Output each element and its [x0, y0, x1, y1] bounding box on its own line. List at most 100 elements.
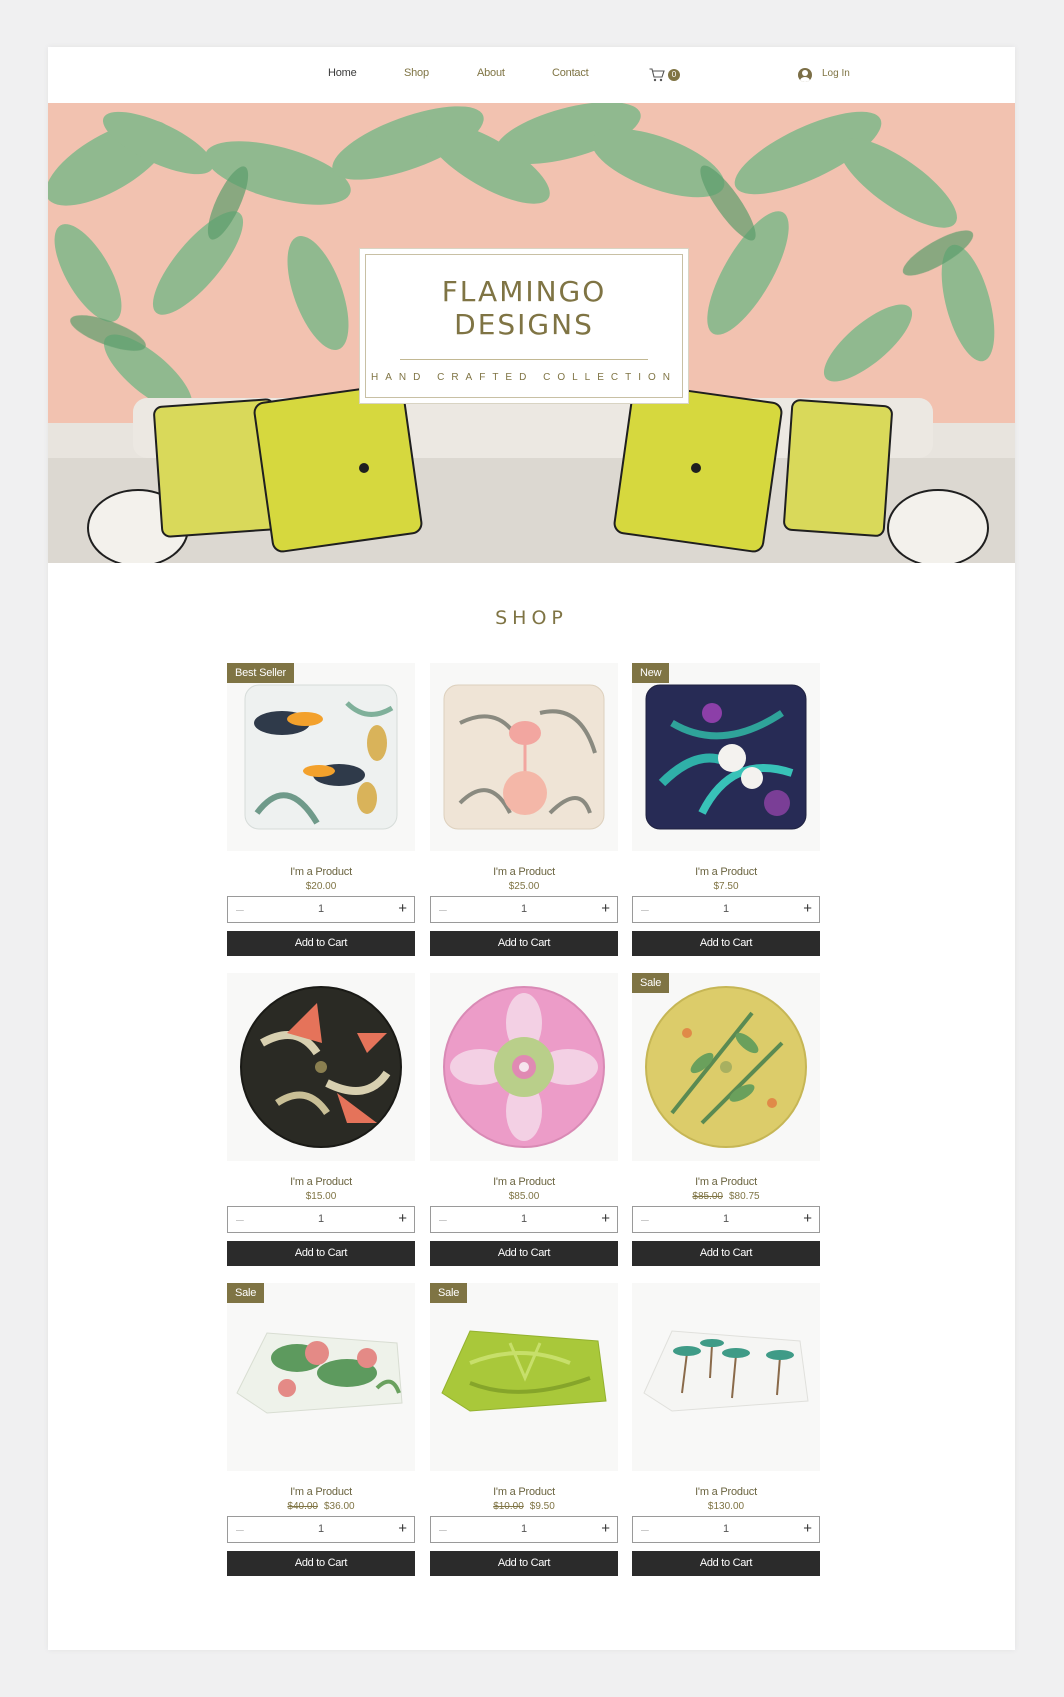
- quantity-stepper[interactable]: – 1 +: [430, 1516, 618, 1543]
- quantity-stepper[interactable]: – 1 +: [430, 896, 618, 923]
- quantity-value[interactable]: 1: [431, 1213, 617, 1225]
- nav-contact[interactable]: Contact: [552, 67, 589, 79]
- plus-icon[interactable]: +: [803, 900, 812, 917]
- quantity-stepper[interactable]: – 1 +: [227, 896, 415, 923]
- quantity-value[interactable]: 1: [633, 1523, 819, 1535]
- cart-count-badge: 0: [668, 69, 680, 81]
- brand-title-line2: DESIGNS: [454, 308, 594, 341]
- product-card-2: I'm a Product $25.00 – 1 + Add to Cart: [430, 663, 618, 963]
- square-cushion-toucan-pineapple-image: [244, 684, 398, 830]
- product-name[interactable]: I'm a Product: [632, 1486, 820, 1498]
- product-current-price: $20.00: [305, 881, 337, 892]
- plus-icon[interactable]: +: [398, 1210, 407, 1227]
- product-card-3: New I'm a Product $7.50 – 1 + Add to Car…: [632, 663, 820, 963]
- cart-button[interactable]: 0: [649, 65, 683, 85]
- add-to-cart-button[interactable]: Add to Cart: [632, 931, 820, 956]
- plus-icon[interactable]: +: [601, 1210, 610, 1227]
- quantity-stepper[interactable]: – 1 +: [632, 896, 820, 923]
- square-cushion-flamingo-palm-image: [443, 684, 605, 830]
- plus-icon[interactable]: +: [398, 900, 407, 917]
- product-old-price: $85.00: [692, 1191, 723, 1202]
- product-name[interactable]: I'm a Product: [430, 866, 618, 878]
- plus-icon[interactable]: +: [803, 1210, 812, 1227]
- add-to-cart-button[interactable]: Add to Cart: [632, 1551, 820, 1576]
- product-price: $20.00: [227, 881, 415, 892]
- add-to-cart-button[interactable]: Add to Cart: [227, 1551, 415, 1576]
- product-card-5: I'm a Product $85.00 – 1 + Add to Cart: [430, 973, 618, 1273]
- quantity-value[interactable]: 1: [633, 1213, 819, 1225]
- product-card-7: Sale I'm a Product $40.00 $36.00 – 1 + Ad…: [227, 1283, 415, 1583]
- quantity-stepper[interactable]: – 1 +: [632, 1206, 820, 1233]
- add-to-cart-button[interactable]: Add to Cart: [430, 1551, 618, 1576]
- plus-icon[interactable]: +: [601, 900, 610, 917]
- product-name[interactable]: I'm a Product: [632, 1176, 820, 1188]
- nav-shop[interactable]: Shop: [404, 67, 429, 79]
- quantity-value[interactable]: 1: [431, 903, 617, 915]
- quantity-value[interactable]: 1: [228, 903, 414, 915]
- page: Home Shop About Contact 0 Log In FLAMING…: [48, 47, 1015, 1650]
- folded-throw-tropical-floral-image: [236, 1332, 403, 1414]
- plus-icon[interactable]: +: [601, 1520, 610, 1537]
- hero-banner: FLAMINGO DESIGNS HAND CRAFTED COLLECTION: [48, 103, 1015, 563]
- main-nav: Home Shop About Contact 0 Log In: [48, 65, 1015, 85]
- round-cushion-yellow-botanical-image: [645, 986, 807, 1148]
- product-price: $85.00: [430, 1191, 618, 1202]
- add-to-cart-button[interactable]: Add to Cart: [430, 931, 618, 956]
- product-price: $40.00 $36.00: [227, 1501, 415, 1512]
- product-card-6: Sale I'm a Product $85.00 $80.75 – 1 + Ad…: [632, 973, 820, 1273]
- brand-title-line1: FLAMINGO: [441, 275, 607, 308]
- product-current-price: $130.00: [707, 1501, 745, 1512]
- plus-icon[interactable]: +: [398, 1520, 407, 1537]
- product-image[interactable]: [632, 1283, 820, 1471]
- quantity-value[interactable]: 1: [633, 903, 819, 915]
- product-name[interactable]: I'm a Product: [227, 1486, 415, 1498]
- product-price: $7.50: [632, 881, 820, 892]
- shop-heading: SHOP: [495, 607, 568, 629]
- product-current-price: $80.75: [729, 1191, 760, 1202]
- folded-throw-green-palm-image: [441, 1330, 607, 1412]
- quantity-value[interactable]: 1: [228, 1523, 414, 1535]
- product-image[interactable]: New: [632, 663, 820, 851]
- product-card-8: Sale I'm a Product $10.00 $9.50 – 1 + Add…: [430, 1283, 618, 1583]
- product-name[interactable]: I'm a Product: [430, 1486, 618, 1498]
- product-name[interactable]: I'm a Product: [430, 1176, 618, 1188]
- add-to-cart-button[interactable]: Add to Cart: [430, 1241, 618, 1266]
- quantity-stepper[interactable]: – 1 +: [227, 1516, 415, 1543]
- nav-about[interactable]: About: [477, 67, 505, 79]
- brand-title: FLAMINGO DESIGNS: [366, 275, 682, 341]
- product-current-price: $7.50: [713, 881, 739, 892]
- quantity-value[interactable]: 1: [228, 1213, 414, 1225]
- product-current-price: $85.00: [508, 1191, 540, 1202]
- product-card-1: Best Seller I'm a Product $20.00 – 1 + A…: [227, 663, 415, 963]
- product-name[interactable]: I'm a Product: [632, 866, 820, 878]
- quantity-stepper[interactable]: – 1 +: [227, 1206, 415, 1233]
- product-badge: Sale: [632, 973, 670, 993]
- login-label: Log In: [822, 68, 850, 79]
- product-image[interactable]: [430, 663, 618, 851]
- site-header: Home Shop About Contact 0 Log In: [48, 47, 1015, 103]
- product-name[interactable]: I'm a Product: [227, 1176, 415, 1188]
- folded-throw-white-palm-trees-image: [643, 1330, 809, 1412]
- product-image[interactable]: Sale: [632, 973, 820, 1161]
- quantity-stepper[interactable]: – 1 +: [430, 1206, 618, 1233]
- product-image[interactable]: [227, 973, 415, 1161]
- add-to-cart-button[interactable]: Add to Cart: [632, 1241, 820, 1266]
- product-price: $130.00: [632, 1501, 820, 1512]
- product-card-4: I'm a Product $15.00 – 1 + Add to Cart: [227, 973, 415, 1273]
- brand-logo-card: FLAMINGO DESIGNS HAND CRAFTED COLLECTION: [359, 248, 689, 404]
- product-price: $10.00 $9.50: [430, 1501, 618, 1512]
- plus-icon[interactable]: +: [803, 1520, 812, 1537]
- product-image[interactable]: [430, 973, 618, 1161]
- product-image[interactable]: Sale: [227, 1283, 415, 1471]
- product-name[interactable]: I'm a Product: [227, 866, 415, 878]
- product-old-price: $10.00: [493, 1501, 524, 1512]
- add-to-cart-button[interactable]: Add to Cart: [227, 1241, 415, 1266]
- product-image[interactable]: Sale: [430, 1283, 618, 1471]
- quantity-value[interactable]: 1: [431, 1523, 617, 1535]
- add-to-cart-button[interactable]: Add to Cart: [227, 931, 415, 956]
- product-old-price: $40.00: [287, 1501, 318, 1512]
- quantity-stepper[interactable]: – 1 +: [632, 1516, 820, 1543]
- product-image[interactable]: Best Seller: [227, 663, 415, 851]
- cart-icon: [649, 68, 665, 82]
- nav-home[interactable]: Home: [328, 67, 357, 79]
